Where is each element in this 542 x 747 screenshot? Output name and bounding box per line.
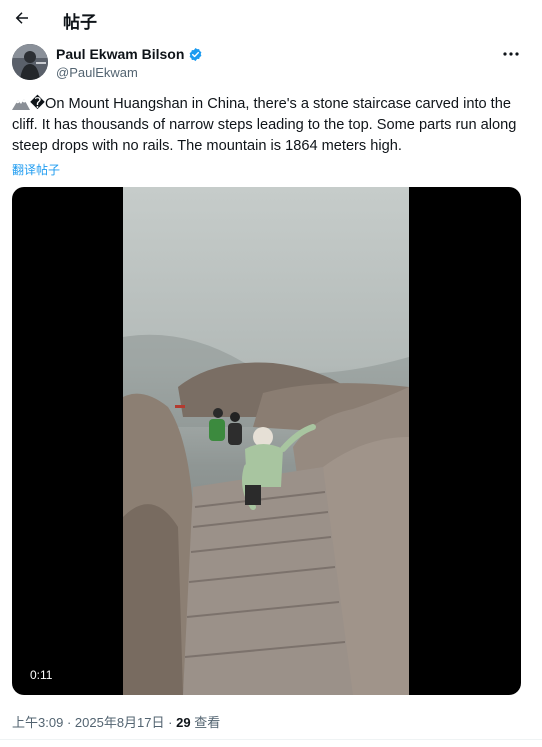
verified-badge-icon (190, 47, 202, 61)
avatar-image (12, 44, 48, 80)
views-count: 29 (176, 715, 191, 730)
avatar[interactable] (12, 44, 48, 80)
translate-post-link[interactable]: 翻译帖子 (12, 161, 60, 178)
meta-separator: · (66, 715, 72, 730)
page-header: 帖子 (0, 0, 542, 38)
video-player[interactable]: 0:11 (12, 187, 521, 695)
divider (0, 739, 542, 740)
arrow-left-icon (15, 12, 28, 24)
more-horizontal-icon (503, 52, 519, 56)
author-name[interactable]: Paul Ekwam Bilson (56, 46, 203, 62)
page-title: 帖子 (63, 13, 97, 32)
post-date[interactable]: 2025年8月17日 (75, 715, 165, 730)
meta-separator-2: · (168, 715, 173, 730)
post-page: 帖子 Paul Ekwam Bilson @PaulEkwam �On Moun… (0, 0, 542, 747)
mountain-emoji-icon (12, 99, 30, 110)
more-options-button[interactable] (502, 45, 520, 63)
author-name-text[interactable]: Paul Ekwam Bilson (56, 46, 184, 62)
tweet-text: �On Mount Huangshan in China, there's a … (12, 94, 518, 157)
video-frame-image (123, 187, 409, 695)
tweet-body: �On Mount Huangshan in China, there's a … (12, 96, 517, 154)
back-button[interactable] (10, 6, 34, 30)
post-meta: 上午3:09 · 2025年8月17日 · 29 查看 (12, 712, 220, 731)
video-duration: 0:11 (30, 668, 53, 682)
views-label: 查看 (194, 715, 221, 730)
author-handle[interactable]: @PaulEkwam (56, 65, 138, 80)
post-time[interactable]: 上午3:09 (12, 715, 63, 730)
